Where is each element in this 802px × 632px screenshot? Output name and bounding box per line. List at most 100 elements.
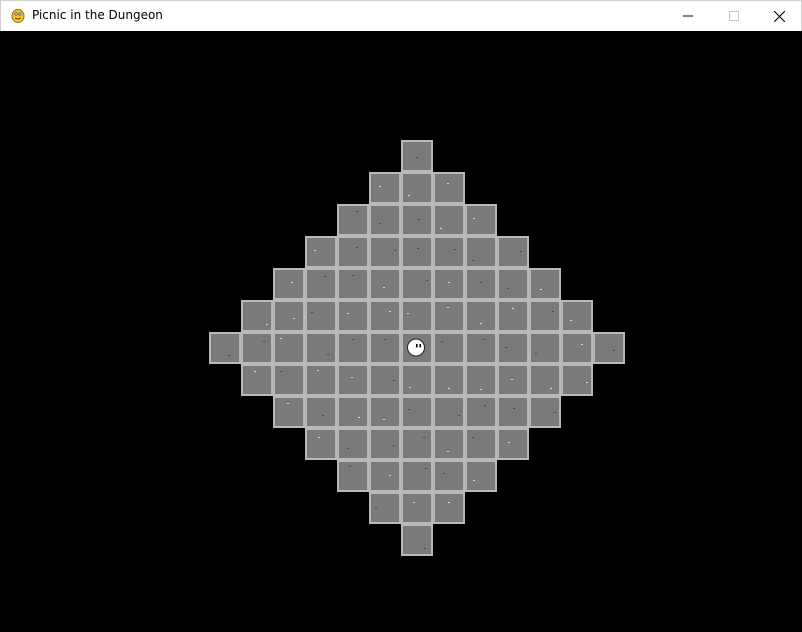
floor-crack: [347, 313, 349, 314]
floor-crack: [317, 370, 319, 371]
floor-crack: [324, 276, 326, 277]
floor-crack: [393, 380, 395, 381]
floor-crack: [426, 280, 428, 281]
maximize-button[interactable]: [711, 1, 757, 31]
floor-crack: [505, 347, 507, 348]
floor-tile: [497, 332, 529, 364]
floor-crack: [520, 251, 522, 252]
floor-crack: [266, 324, 268, 325]
floor-tile: [337, 460, 369, 492]
floor-tile: [401, 300, 433, 332]
floor-crack: [352, 339, 354, 340]
maximize-icon: [729, 11, 739, 21]
floor-tile: [401, 364, 433, 396]
floor-crack: [280, 371, 282, 372]
floor-crack: [443, 473, 445, 474]
floor-tile: [369, 364, 401, 396]
floor-tile: [369, 268, 401, 300]
floor-crack: [318, 437, 320, 438]
floor-crack: [512, 308, 514, 309]
floor-tile: [401, 236, 433, 268]
floor-crack: [424, 548, 426, 549]
floor-tile: [561, 300, 593, 332]
floor-crack: [535, 353, 537, 354]
floor-tile: [241, 332, 273, 364]
floor-tile: [433, 236, 465, 268]
floor-crack: [347, 448, 349, 449]
floor-crack: [407, 313, 409, 314]
title-bar[interactable]: Picnic in the Dungeon: [0, 0, 802, 31]
floor-tile: [337, 332, 369, 364]
floor-tile: [401, 492, 433, 524]
floor-tile: [497, 428, 529, 460]
floor-crack: [507, 288, 509, 289]
floor-tile: [529, 332, 561, 364]
floor-crack: [379, 223, 381, 224]
floor-tile: [369, 460, 401, 492]
floor-tile: [273, 364, 305, 396]
floor-tile: [369, 428, 401, 460]
floor-tile: [433, 396, 465, 428]
floor-tile: [401, 428, 433, 460]
floor-tile: [433, 268, 465, 300]
floor-tile: [305, 428, 337, 460]
floor-tile: [401, 140, 433, 172]
floor-tile: [433, 300, 465, 332]
floor-crack: [254, 371, 256, 372]
floor-crack: [448, 388, 450, 389]
floor-crack: [409, 387, 411, 388]
minimize-button[interactable]: [665, 1, 711, 31]
floor-tile: [369, 332, 401, 364]
floor-tile: [433, 492, 465, 524]
minimize-icon: [683, 15, 693, 17]
floor-crack: [552, 311, 554, 312]
floor-tile: [433, 172, 465, 204]
floor-crack: [327, 354, 329, 355]
floor-crack: [291, 282, 293, 283]
app-icon: [11, 9, 25, 23]
floor-tile: [401, 268, 433, 300]
floor-tile: [369, 204, 401, 236]
floor-tile: [465, 428, 497, 460]
floor-tile: [369, 236, 401, 268]
floor-crack: [448, 282, 450, 283]
floor-crack: [447, 451, 449, 452]
game-window: Picnic in the Dungeon: [0, 0, 802, 632]
floor-crack: [448, 502, 450, 503]
floor-crack: [351, 377, 353, 378]
floor-tile: [337, 268, 369, 300]
floor-tile: [401, 524, 433, 556]
floor-crack: [454, 249, 456, 250]
floor-crack: [384, 339, 386, 340]
floor-crack: [447, 307, 449, 308]
floor-tile: [401, 204, 433, 236]
floor-crack: [511, 379, 513, 380]
floor-crack: [513, 408, 515, 409]
floor-tile: [369, 172, 401, 204]
floor-tile: [561, 364, 593, 396]
floor-tile: [433, 204, 465, 236]
floor-tile: [465, 332, 497, 364]
game-canvas[interactable]: [1, 31, 801, 631]
floor-crack: [383, 287, 385, 288]
floor-tile: [593, 332, 625, 364]
floor-crack: [423, 437, 425, 438]
floor-tile: [465, 396, 497, 428]
floor-crack: [311, 312, 313, 313]
floor-tile: [337, 364, 369, 396]
floor-crack: [540, 289, 542, 290]
player-character: [407, 338, 425, 357]
floor-tile: [337, 396, 369, 428]
floor-tile: [529, 396, 561, 428]
close-button[interactable]: [756, 1, 802, 31]
floor-crack: [480, 389, 482, 390]
floor-crack: [418, 219, 420, 220]
floor-crack: [356, 211, 358, 212]
floor-crack: [383, 419, 385, 420]
floor-tile: [369, 492, 401, 524]
floor-crack: [389, 475, 391, 476]
floor-crack: [408, 409, 410, 410]
floor-crack: [554, 412, 556, 413]
floor-crack: [280, 338, 282, 339]
floor-tile: [465, 364, 497, 396]
